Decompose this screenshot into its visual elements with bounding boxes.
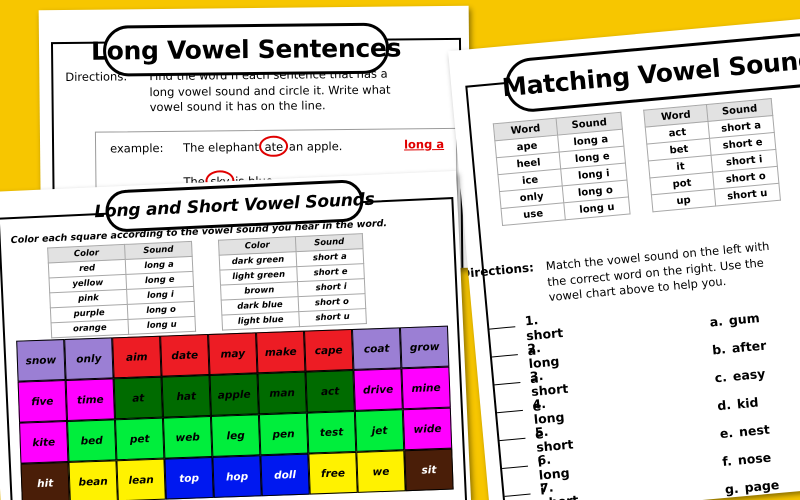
color-word-grid: snow only aim date may make cape coat grow five ti… xyxy=(16,325,454,500)
cell-sound: short u xyxy=(298,308,367,327)
matching-right-word: gum xyxy=(728,310,761,328)
grid-word-cell[interactable]: drive xyxy=(353,368,403,411)
grid-word-cell[interactable]: bed xyxy=(67,419,117,462)
worksheet-stage: Long Vowel Sentences Directions: Find th… xyxy=(0,0,800,500)
grid-word-cell[interactable]: doll xyxy=(260,453,310,497)
grid-word-cell[interactable]: grow xyxy=(399,325,450,369)
grid-word-cell[interactable]: apple xyxy=(209,373,259,416)
grid-word-cell[interactable]: aim xyxy=(112,335,162,379)
short-vowel-chart: Word Sound act short a bet short e it short i… xyxy=(643,98,781,213)
grid-word-cell[interactable]: bean xyxy=(68,460,118,500)
sheet1-title-banner: Long Vowel Sentences xyxy=(91,22,401,77)
sheet3-color-legends: Color Sound red long a yellow long e pink lon… xyxy=(47,233,367,339)
grid-word-cell[interactable]: make xyxy=(256,330,306,374)
cell-word: orange xyxy=(51,319,129,338)
matching-right-word: easy xyxy=(732,365,766,384)
grid-word-cell[interactable]: five xyxy=(17,380,68,423)
grid-word-cell[interactable]: kite xyxy=(19,420,69,464)
grid-word-cell[interactable]: only xyxy=(64,337,114,381)
matching-right-letter: f. xyxy=(721,453,733,469)
sheet1-title: Long Vowel Sentences xyxy=(90,33,402,66)
grid-word-cell[interactable]: hat xyxy=(161,374,211,418)
grid-word-cell[interactable]: man xyxy=(257,371,307,415)
grid-word-cell[interactable]: jet xyxy=(354,409,405,452)
grid-word-cell[interactable]: pen xyxy=(258,412,309,456)
grid-word-cell[interactable]: coat xyxy=(351,327,402,370)
grid-word-cell[interactable]: time xyxy=(65,378,115,421)
worksheet-matching-vowel-sounds[interactable]: Matching Vowel Sounds Word Sound ape long… xyxy=(448,16,800,500)
sheet3-title: Long and Short Vowel Sounds xyxy=(93,189,375,223)
matching-right-word: kid xyxy=(736,394,760,412)
circled-word: ate xyxy=(264,139,284,154)
matching-right-letter: e. xyxy=(719,424,734,442)
grid-word-cell[interactable]: cape xyxy=(304,328,354,372)
grid-word-cell[interactable]: lean xyxy=(116,458,166,500)
short-vowel-color-legend: Color Sound dark green short a light green… xyxy=(217,233,367,331)
grid-word-cell[interactable]: hit xyxy=(20,461,70,500)
matching-right-letter: g. xyxy=(724,480,740,497)
matching-right-letter: d. xyxy=(716,397,732,414)
sheet1-example-row: example: The elephant ate an apple. long… xyxy=(96,129,456,167)
cell-word: light blue xyxy=(221,311,300,331)
grid-word-cell[interactable]: free xyxy=(308,451,358,495)
long-vowel-chart: Word Sound ape long a heel long e ice long io… xyxy=(492,111,631,227)
cell-sound: long u xyxy=(127,316,196,335)
grid-word-cell[interactable]: pet xyxy=(114,417,165,461)
grid-word-cell[interactable]: we xyxy=(356,450,406,493)
grid-word-cell[interactable]: hop xyxy=(212,455,262,498)
grid-word-cell[interactable]: test xyxy=(306,410,357,454)
example-answer: long a xyxy=(403,137,445,152)
worksheet-long-and-short-vowel-sounds[interactable]: Long and Short Vowel Sounds Color each s… xyxy=(0,170,472,500)
grid-word-cell[interactable]: may xyxy=(208,332,258,375)
sentence-post: an apple. xyxy=(285,139,343,154)
grid-word-cell[interactable]: wide xyxy=(402,407,453,451)
matching-right-word: nose xyxy=(737,449,772,468)
example-label: example: xyxy=(110,140,164,156)
grid-word-cell[interactable]: sit xyxy=(404,448,454,492)
grid-word-cell[interactable]: web xyxy=(162,415,213,459)
grid-word-cell[interactable]: top xyxy=(164,456,214,500)
grid-word-cell[interactable]: at xyxy=(113,376,163,420)
example-sentence: The elephant ate an apple. xyxy=(183,139,342,155)
matching-right-word: page xyxy=(743,476,780,496)
matching-right-letter: b. xyxy=(711,341,727,358)
matching-left-label: 7. short o xyxy=(539,479,579,500)
grid-word-cell[interactable]: act xyxy=(305,369,355,413)
sentence-pre: The elephant xyxy=(183,139,263,155)
grid-word-cell[interactable]: date xyxy=(160,334,210,377)
matching-right-letter: a. xyxy=(709,313,724,330)
grid-word-cell[interactable]: leg xyxy=(210,414,261,457)
long-vowel-color-legend: Color Sound red long a yellow long e pink lon… xyxy=(47,240,197,339)
grid-word-cell[interactable]: snow xyxy=(16,339,66,382)
matching-right-word: nest xyxy=(738,421,771,440)
matching-right-letter: c. xyxy=(714,369,728,386)
grid-word-cell[interactable]: mine xyxy=(401,366,451,410)
matching-right-word: after xyxy=(731,337,767,356)
